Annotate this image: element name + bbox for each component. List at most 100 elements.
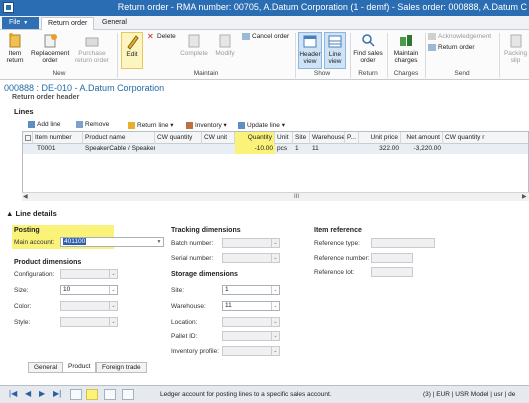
return-line-button[interactable]: Return line ▾ [128,121,174,129]
column-header[interactable]: Unit price [359,132,401,144]
chevron-down-icon[interactable]: ⌄ [109,286,117,294]
chevron-down-icon[interactable]: ⌄ [271,318,279,326]
tab-return-order[interactable]: Return order [41,17,95,30]
cell-cw-unit[interactable] [202,144,235,154]
notes-icon[interactable] [122,389,134,400]
previous-record-icon[interactable]: ◀ [25,389,31,398]
column-header[interactable]: P... [345,132,359,144]
size-field[interactable]: 10 ⌄ [60,285,118,295]
tab-general[interactable]: General [96,17,133,30]
batch-number-field[interactable]: ⌄ [222,238,280,248]
chevron-down-icon[interactable]: ▼ [155,238,163,246]
column-header[interactable]: Site [293,132,310,144]
modify-button[interactable]: Modify [212,32,238,57]
purchase-return-order-button[interactable]: Purchase return order [72,32,112,64]
cell-product-name[interactable]: SpeakerCable / Speaker cable... [83,144,155,154]
cell-unit-price[interactable]: 322.00 [359,144,401,154]
find-sales-order-button[interactable]: Find sales order [353,32,383,64]
cancel-order-button[interactable]: Cancel order [242,33,289,40]
chevron-down-icon[interactable]: ⌄ [271,254,279,262]
configuration-field[interactable]: ⌄ [60,269,118,279]
horizontal-scrollbar[interactable]: ◀ III ▶ [22,192,529,201]
cell-item-number[interactable]: T0001 [35,144,83,154]
return-order-header-section[interactable]: Return order header [12,94,79,101]
chevron-down-icon[interactable]: ⌄ [271,332,279,340]
chevron-down-icon[interactable]: ⌄ [271,239,279,247]
inventory-profile-label: Inventory profile: [171,348,220,355]
warehouse-field[interactable]: 11 ⌄ [222,301,280,311]
inventory-profile-field[interactable]: ⌄ [222,346,280,356]
next-record-icon[interactable]: ▶ [39,389,45,398]
scroll-thumb-grip[interactable]: III [294,193,299,202]
grid-header: Item number Product name CW quantity CW … [23,132,528,144]
line-view-button[interactable]: Line view [324,32,346,69]
chevron-down-icon[interactable]: ⌄ [109,270,117,278]
column-header[interactable]: Item number [33,132,83,144]
cell-unit[interactable]: pcs [275,144,293,154]
location-field[interactable]: ⌄ [222,317,280,327]
packing-slip-label: Packing slip [503,50,528,64]
column-header[interactable]: CW unit [202,132,235,144]
scroll-right-icon[interactable]: ▶ [522,193,527,202]
site-field[interactable]: 1 ⌄ [222,285,280,295]
edit-label: Edit [126,51,138,58]
inventory-button[interactable]: Inventory ▾ [186,121,227,129]
chevron-down-icon[interactable]: ⌄ [271,302,279,310]
complete-label: Complete [180,50,208,57]
column-header[interactable]: Warehouse [310,132,345,144]
reference-number-field[interactable] [371,253,413,263]
cell-warehouse[interactable]: 11 [310,144,345,154]
cell-cw-quantity[interactable] [155,144,202,154]
cell-cw-quantity-r[interactable] [443,144,529,154]
color-field[interactable]: ⌄ [60,301,118,311]
maintain-charges-button[interactable]: Maintain charges [390,32,422,64]
column-header[interactable]: Net amount [401,132,443,144]
main-account-field[interactable]: 401100 ▼ [60,237,164,247]
chevron-down-icon[interactable]: ⌄ [271,286,279,294]
replacement-order-button[interactable]: Replacement order [31,32,69,64]
delete-button[interactable]: ✕ Delete [147,33,176,41]
header-view-button[interactable]: Header view [298,32,322,69]
cell-net-amount[interactable]: -3,220.00 [401,144,443,154]
update-line-button[interactable]: Update line ▾ [238,121,285,129]
column-header[interactable]: Unit [275,132,293,144]
edit-button[interactable]: Edit [121,32,143,69]
view-mode-icon[interactable] [86,389,98,400]
chevron-down-icon[interactable]: ⌄ [109,318,117,326]
column-header[interactable]: CW quantity [155,132,202,144]
line-details-section[interactable]: ▲ Line details [6,209,57,218]
style-field[interactable]: ⌄ [60,317,118,327]
column-header[interactable]: Product name [83,132,155,144]
first-record-icon[interactable]: |◀ [9,389,17,398]
section-heading: Return order header [12,94,80,101]
cell-p[interactable] [345,144,359,154]
add-line-button[interactable]: Add line [28,121,61,128]
tab-foreign-trade[interactable]: Foreign trade [96,362,147,373]
column-header[interactable]: Quantity [235,132,275,144]
packing-slip-button[interactable]: Packing slip [502,32,529,64]
serial-number-field[interactable]: ⌄ [222,253,280,263]
acknowledgement-button[interactable]: Acknowledgement [428,33,491,40]
file-tab[interactable]: File ▼ [2,17,39,29]
chevron-down-icon[interactable]: ⌄ [109,302,117,310]
last-record-icon[interactable]: ▶| [53,389,61,398]
select-all-checkbox[interactable] [23,132,33,144]
table-row[interactable]: T0001 SpeakerCable / Speaker cable... -1… [23,144,528,154]
reference-lot-field[interactable] [371,267,413,277]
item-return-icon [9,33,21,48]
attach-icon[interactable] [104,389,116,400]
complete-button[interactable]: Complete [178,32,210,57]
reference-type-field[interactable] [371,238,435,248]
column-header[interactable]: CW quantity r [443,132,529,144]
tab-general[interactable]: General [28,362,64,373]
remove-button[interactable]: Remove [76,121,109,128]
scroll-left-icon[interactable]: ◀ [23,193,28,202]
pallet-id-field[interactable]: ⌄ [222,331,280,341]
tab-product[interactable]: Product [62,362,97,373]
edit-mode-icon[interactable] [70,389,82,400]
cell-site[interactable]: 1 [293,144,310,154]
chevron-down-icon[interactable]: ⌄ [271,347,279,355]
item-return-button[interactable]: Item return [4,32,26,64]
cell-quantity[interactable]: -10.00 [235,144,275,154]
return-order-send-button[interactable]: Return order [428,44,475,51]
